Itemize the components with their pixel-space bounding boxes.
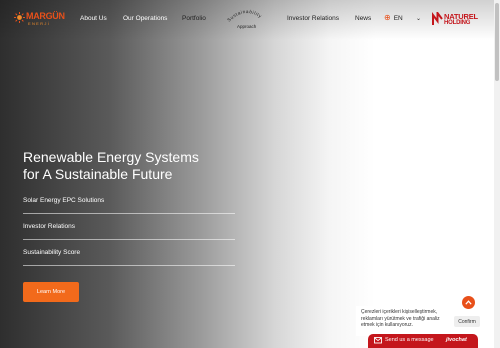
nav-news[interactable]: News [355, 15, 371, 22]
naturel-holding-logo[interactable]: NATUREL HOLDING [432, 10, 482, 30]
mail-icon [374, 337, 382, 344]
naturel-mark-icon [432, 12, 443, 25]
learn-more-button[interactable]: Learn More [23, 282, 79, 302]
chevron-up-icon [465, 300, 472, 305]
logo-name: MARGÜN [26, 11, 65, 21]
language-code: EN [393, 14, 403, 22]
chevron-down-icon[interactable]: ⌄ [416, 15, 421, 22]
hero-title-line-1: Renewable Energy Systems [23, 149, 199, 165]
scrollbar-thumb[interactable] [495, 3, 499, 81]
cookie-banner: Çerezleri içerikleri kişiselleştirmek, r… [356, 306, 484, 336]
language-selector[interactable]: ⊕ EN [384, 14, 403, 22]
hero-link-solar-epc[interactable]: Solar Energy EPC Solutions [23, 197, 235, 214]
sun-icon [14, 12, 25, 23]
hero-title-line-2: for A Sustainable Future [23, 166, 173, 182]
logo-subtitle: ENERJİ [28, 21, 51, 26]
hero-link-investor-relations[interactable]: Investor Relations [23, 223, 235, 240]
nav-about-us[interactable]: About Us [80, 15, 107, 22]
chat-widget[interactable]: Send us a message jivochat [368, 334, 478, 348]
hero-link-sustainability-score[interactable]: Sustainability Score [23, 249, 235, 266]
nav-investor-relations[interactable]: Investor Relations [287, 15, 339, 22]
chat-brand: jivochat [446, 337, 467, 343]
globe-icon: ⊕ [384, 13, 391, 22]
site-header: MARGÜN ENERJİ About Us Our Operations Po… [0, 0, 500, 40]
sustainability-arc-text: Sustainability [226, 9, 263, 23]
cookie-message: Çerezleri içerikleri kişiselleştirmek, r… [361, 309, 440, 328]
nav-portfolio[interactable]: Portfolio [182, 15, 206, 22]
svg-text:Sustainability: Sustainability [226, 9, 263, 23]
sustainability-label: Approach [237, 24, 257, 29]
page-scrollbar[interactable] [494, 0, 500, 348]
scroll-to-top-button[interactable] [462, 296, 475, 309]
nav-our-operations[interactable]: Our Operations [123, 15, 167, 22]
hero-title: Renewable Energy Systems for A Sustainab… [23, 149, 243, 183]
chat-label: Send us a message [385, 337, 434, 343]
cookie-confirm-button[interactable]: Confirm [454, 316, 480, 327]
logo-subtitle: HOLDING [444, 20, 471, 26]
margun-logo[interactable]: MARGÜN ENERJİ [14, 10, 65, 30]
nav-sustainability-approach[interactable]: Sustainability Approach [226, 6, 268, 32]
